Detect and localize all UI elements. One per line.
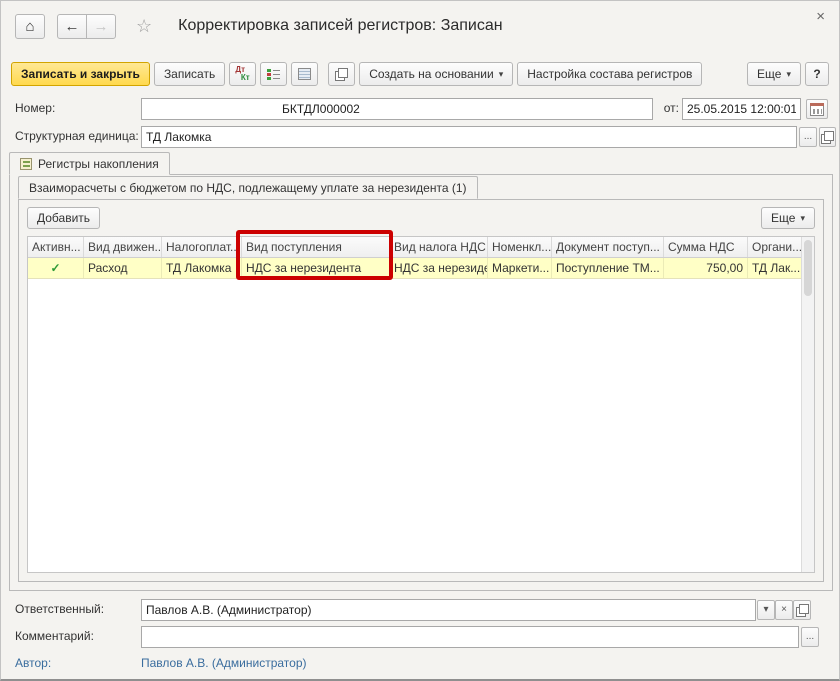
column-header-active[interactable]: Активн...	[28, 237, 84, 257]
help-button[interactable]: ?	[805, 62, 829, 86]
number-input[interactable]	[141, 98, 653, 120]
author-link[interactable]: Павлов А.В. (Администратор)	[141, 656, 307, 670]
forward-icon: →	[94, 18, 109, 35]
favorite-star-icon[interactable]: ☆	[136, 17, 152, 35]
comment-choose-button[interactable]: ...	[801, 627, 819, 647]
table-header: Активн... Вид движен... Налогоплат... Ви…	[28, 237, 801, 258]
column-header-taxpayer[interactable]: Налогоплат...	[162, 237, 242, 257]
more-button[interactable]: Еще ▾	[747, 62, 801, 86]
movements-list-button[interactable]	[260, 62, 287, 86]
report-button[interactable]	[291, 62, 318, 86]
date-input[interactable]	[682, 98, 801, 120]
window-title: Корректировка записей регистров: Записан	[178, 17, 502, 35]
home-button[interactable]: ⌂	[15, 14, 45, 39]
author-label: Автор:	[15, 656, 51, 672]
calendar-icon	[810, 103, 824, 116]
grid-more-label: Еще	[771, 211, 795, 225]
records-table: Активн... Вид движен... Налогоплат... Ви…	[27, 236, 815, 573]
back-icon: ←	[65, 18, 80, 35]
comment-label: Комментарий:	[15, 629, 94, 645]
cell-taxpayer: ТД Лакомка	[162, 258, 242, 278]
cell-vat-kind: НДС за нерезиде...	[390, 258, 488, 278]
forward-button[interactable]: →	[86, 14, 116, 39]
responsible-clear-button[interactable]: ×	[775, 600, 793, 620]
tab-accumulation-label: Регистры накопления	[38, 157, 159, 171]
cell-vat-amount: 750,00	[664, 258, 748, 278]
cell-active: ✓	[28, 258, 84, 278]
register-icon	[20, 158, 32, 170]
chevron-down-icon: ▾	[786, 69, 791, 80]
table-row[interactable]: ✓ Расход ТД Лакомка НДС за нерезидента Н…	[28, 258, 801, 279]
save-and-close-button[interactable]: Записать и закрыть	[11, 62, 150, 86]
open-icon	[796, 604, 809, 617]
home-icon: ⌂	[25, 18, 34, 35]
register-panel: Добавить Еще ▾ Активн... Вид движен... Н…	[18, 199, 824, 582]
column-header-document[interactable]: Документ поступ...	[552, 237, 664, 257]
save-button[interactable]: Записать	[154, 62, 225, 86]
copy-button[interactable]	[328, 62, 355, 86]
responsible-open-button[interactable]	[793, 600, 811, 620]
history-nav: ← →	[57, 14, 116, 39]
grid-more-button[interactable]: Еще ▾	[761, 207, 815, 229]
open-icon	[821, 131, 834, 144]
column-header-receipt-type[interactable]: Вид поступления	[242, 237, 390, 257]
tab-accumulation-registers[interactable]: Регистры накопления	[9, 152, 170, 175]
responsible-input[interactable]	[141, 599, 756, 621]
date-label: от:	[653, 101, 679, 117]
unit-input[interactable]	[141, 126, 797, 148]
kt-label: Кт	[240, 74, 250, 82]
dtkt-icon: Дт Кт	[235, 66, 250, 82]
responsible-label: Ответственный:	[15, 602, 104, 618]
close-icon[interactable]: ×	[816, 9, 825, 24]
copy-icon	[335, 68, 348, 81]
register-settings-button[interactable]: Настройка состава регистров	[517, 62, 702, 86]
grid-toolbar: Добавить Еще ▾	[27, 206, 815, 230]
scrollbar-thumb[interactable]	[804, 240, 812, 296]
unit-open-button[interactable]	[819, 127, 836, 147]
titlebar: ⌂ ← → ☆ Корректировка записей регистров:…	[1, 1, 839, 51]
column-header-movement[interactable]: Вид движен...	[84, 237, 162, 257]
cell-document: Поступление ТМ...	[552, 258, 664, 278]
create-on-basis-label: Создать на основании	[369, 67, 494, 81]
vertical-scrollbar[interactable]	[801, 237, 814, 572]
toolbar: Записать и закрыть Записать Дт Кт Создат…	[1, 59, 839, 89]
date-picker-button[interactable]	[806, 99, 828, 119]
add-row-button[interactable]: Добавить	[27, 207, 100, 229]
number-label: Номер:	[15, 101, 55, 117]
tab-register-vat-nonresident[interactable]: Взаиморасчеты с бюджетом по НДС, подлежа…	[18, 176, 478, 199]
column-header-organization[interactable]: Органи...	[748, 237, 801, 257]
responsible-dropdown-button[interactable]: ▾	[757, 600, 775, 620]
chevron-down-icon: ▾	[499, 69, 504, 80]
more-label: Еще	[757, 67, 781, 81]
unit-label: Структурная единица:	[15, 129, 139, 145]
chevron-down-icon: ▾	[800, 213, 805, 224]
column-header-vat-amount[interactable]: Сумма НДС	[664, 237, 748, 257]
back-button[interactable]: ←	[57, 14, 87, 39]
cell-nomenclature: Маркети...	[488, 258, 552, 278]
checklist-icon	[267, 68, 281, 80]
cell-receipt-type: НДС за нерезидента	[242, 258, 390, 278]
spreadsheet-icon	[298, 68, 311, 80]
accumulation-registers-panel: Взаиморасчеты с бюджетом по НДС, подлежа…	[9, 174, 833, 591]
document-movements-button[interactable]: Дт Кт	[229, 62, 256, 86]
unit-choose-button[interactable]: ...	[799, 127, 817, 147]
column-header-vat-kind[interactable]: Вид налога НДС	[390, 237, 488, 257]
tab-register-label: Взаиморасчеты с бюджетом по НДС, подлежа…	[29, 181, 467, 195]
column-header-nomenclature[interactable]: Номенкл...	[488, 237, 552, 257]
cell-movement: Расход	[84, 258, 162, 278]
create-on-basis-button[interactable]: Создать на основании ▾	[359, 62, 513, 86]
app-window: ⌂ ← → ☆ Корректировка записей регистров:…	[0, 0, 840, 681]
cell-organization: ТД Лак...	[748, 258, 801, 278]
comment-input[interactable]	[141, 626, 799, 648]
